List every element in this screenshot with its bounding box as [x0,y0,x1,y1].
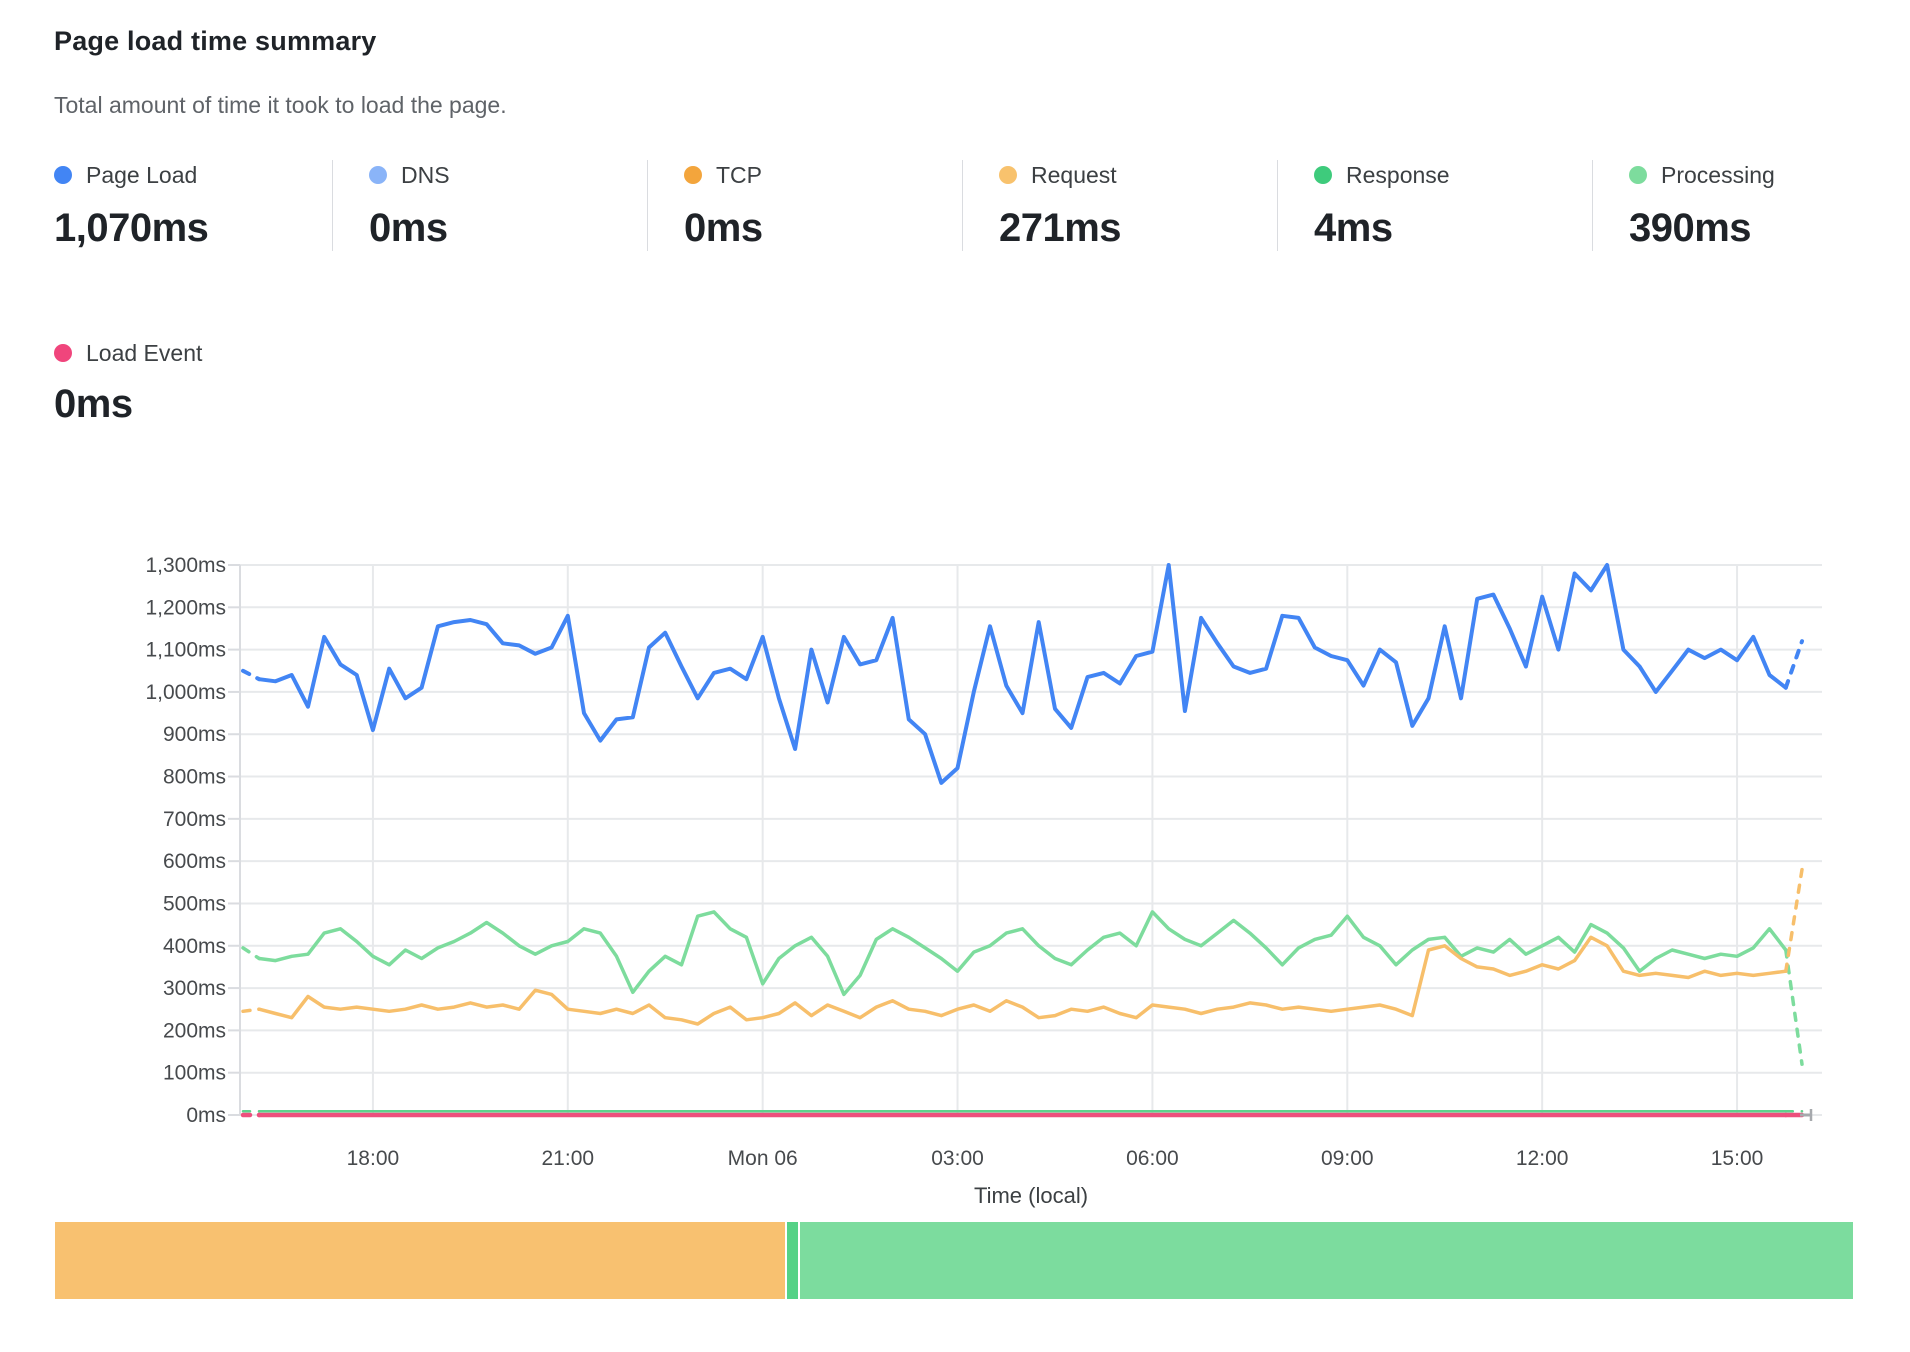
svg-text:06:00: 06:00 [1126,1147,1179,1170]
metric-label: Processing [1661,162,1775,189]
metric-card-dns[interactable]: DNS 0ms [332,160,647,251]
svg-text:0ms: 0ms [186,1104,226,1127]
response-dot-icon [1314,166,1332,184]
metric-card-page-load[interactable]: Page Load 1,070ms [54,160,332,251]
svg-text:12:00: 12:00 [1516,1147,1569,1170]
svg-text:1,200ms: 1,200ms [145,596,226,619]
svg-text:09:00: 09:00 [1321,1147,1374,1170]
svg-text:Time (local): Time (local) [974,1183,1088,1208]
page-load-time-chart[interactable]: 0ms 100ms 200ms 300ms 400ms 500ms 600ms 700ms 80… [0,540,1910,1240]
svg-text:1,100ms: 1,100ms [145,639,226,662]
svg-text:200ms: 200ms [163,1019,226,1042]
request-dot-icon [999,166,1017,184]
metric-label: Response [1346,162,1450,189]
dns-dot-icon [369,166,387,184]
bar-segment-response-sliver [787,1222,798,1299]
metric-value: 271ms [999,206,1277,251]
metric-label: Load Event [86,340,202,367]
metric-label: TCP [716,162,762,189]
svg-text:300ms: 300ms [163,977,226,1000]
svg-text:500ms: 500ms [163,892,226,915]
svg-text:15:00: 15:00 [1711,1147,1764,1170]
svg-text:900ms: 900ms [163,723,226,746]
svg-text:700ms: 700ms [163,808,226,831]
svg-text:1,300ms: 1,300ms [145,554,226,577]
load-event-dot-icon [54,344,72,362]
page-load-dot-icon [54,166,72,184]
timeline-period-bar[interactable] [55,1222,1856,1299]
metric-card-request[interactable]: Request 271ms [962,160,1277,251]
svg-text:800ms: 800ms [163,766,226,789]
bar-segment-request-period [55,1222,785,1299]
metric-card-response[interactable]: Response 4ms [1277,160,1592,251]
metric-card-tcp[interactable]: TCP 0ms [647,160,962,251]
metric-value: 390ms [1629,206,1907,251]
metric-value: 1,070ms [54,206,332,251]
page-title: Page load time summary [54,26,377,57]
svg-text:400ms: 400ms [163,935,226,958]
page-subtitle: Total amount of time it took to load the… [54,92,507,119]
metric-value: 0ms [54,382,332,427]
svg-text:03:00: 03:00 [931,1147,984,1170]
processing-dot-icon [1629,166,1647,184]
metric-value: 0ms [684,206,962,251]
tcp-dot-icon [684,166,702,184]
svg-text:18:00: 18:00 [347,1147,400,1170]
metric-value: 4ms [1314,206,1592,251]
metric-card-processing[interactable]: Processing 390ms [1592,160,1907,251]
svg-text:1,000ms: 1,000ms [145,681,226,704]
metric-label: Request [1031,162,1117,189]
metrics-legend-row: Page Load 1,070ms DNS 0ms TCP 0ms Reques… [54,160,1907,251]
svg-text:21:00: 21:00 [542,1147,595,1170]
metric-label: DNS [401,162,450,189]
metric-label: Page Load [86,162,197,189]
svg-text:600ms: 600ms [163,850,226,873]
metric-value: 0ms [369,206,647,251]
svg-text:Mon 06: Mon 06 [728,1147,798,1170]
metric-card-load-event[interactable]: Load Event 0ms [54,338,332,427]
bar-segment-processing-period [800,1222,1853,1299]
svg-text:100ms: 100ms [163,1062,226,1085]
chart-canvas[interactable]: 0ms 100ms 200ms 300ms 400ms 500ms 600ms 700ms 80… [0,540,1910,1240]
